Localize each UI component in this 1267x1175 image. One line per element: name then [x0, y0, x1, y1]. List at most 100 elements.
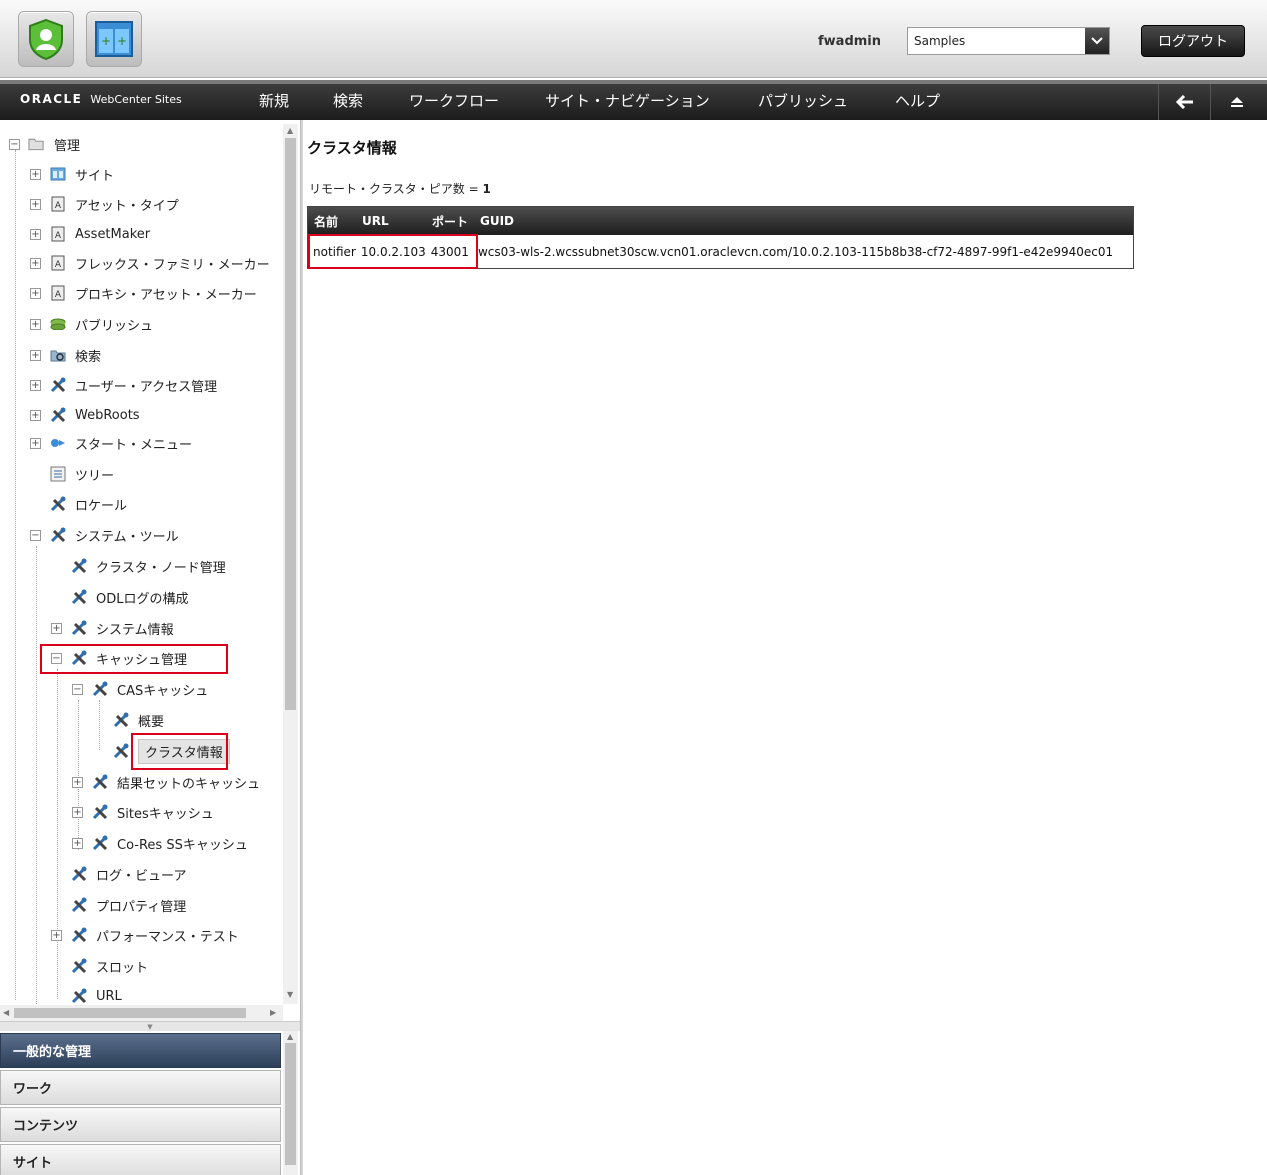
tree-label: システム情報 — [96, 622, 174, 638]
highlight-cluster-info — [131, 733, 228, 770]
tree-item-tree[interactable]: ツリー — [30, 462, 114, 486]
scroll-thumb[interactable] — [285, 138, 296, 710]
expand-icon[interactable]: + — [30, 379, 41, 391]
column-header-url: URL — [362, 214, 389, 228]
tree-item-publish[interactable]: + パブリッシュ — [30, 312, 153, 336]
tools-icon — [91, 681, 108, 698]
expand-icon[interactable]: + — [30, 257, 41, 269]
table-header: 名前 URL ポート GUID — [308, 207, 1133, 235]
highlight-row-name-url-port — [308, 234, 478, 269]
scroll-left-icon[interactable]: ◀ — [3, 1008, 9, 1017]
collapse-icon[interactable]: − — [30, 529, 41, 541]
tree-item-sites-cache[interactable]: + Sitesキャッシュ — [72, 800, 214, 824]
splitter-grip-icon: ▼ — [147, 1022, 153, 1031]
tree-item-system-info[interactable]: + システム情報 — [51, 616, 174, 640]
expand-icon[interactable]: + — [72, 837, 83, 849]
tree-item-start-menu[interactable]: + スタート・メニュー — [30, 431, 192, 455]
tree-item-user-access[interactable]: + ユーザー・アクセス管理 — [30, 373, 217, 397]
tree-item-flex-family[interactable]: + A フレックス・ファミリ・メーカー — [30, 251, 270, 275]
chevron-down-icon[interactable] — [1085, 28, 1109, 54]
cell-guid: wcs03-wls-2.wcssubnet30scw.vcn01.oraclev… — [477, 244, 1114, 259]
site-selector[interactable]: Samples — [907, 27, 1110, 55]
tree-item-locale[interactable]: ロケール — [30, 492, 127, 516]
expand-icon[interactable]: + — [30, 228, 41, 240]
tree-item-cores-cache[interactable]: + Co-Res SSキャッシュ — [72, 831, 248, 855]
tree-label: ツリー — [75, 468, 115, 484]
tree-item-assetmaker[interactable]: + A AssetMaker — [30, 222, 150, 246]
tree-label: Co-Res SSキャッシュ — [117, 837, 248, 853]
tree-item-slot[interactable]: スロット — [51, 954, 148, 978]
expand-icon[interactable]: + — [72, 776, 83, 788]
back-arrow-icon[interactable] — [1158, 84, 1210, 120]
tree-item-site[interactable]: + サイト — [30, 162, 114, 186]
tree-item-asset-type[interactable]: + A アセット・タイプ — [30, 192, 179, 216]
admin-app-icon[interactable] — [18, 11, 74, 67]
tree-vertical-scrollbar[interactable]: ▲ ▼ — [283, 124, 298, 1004]
svg-text:+: + — [101, 34, 111, 48]
tree-root[interactable]: − 管理 — [9, 132, 80, 156]
tools-icon — [70, 958, 87, 975]
tree-horizontal-scrollbar[interactable]: ◀ ▶ — [0, 1005, 283, 1021]
tree-label: スタート・メニュー — [75, 437, 193, 453]
tree-label: プロキシ・アセット・メーカー — [75, 287, 257, 303]
expand-icon[interactable]: + — [30, 409, 41, 421]
tree-item-overview[interactable]: 概要 — [93, 708, 164, 732]
tree-item-cluster-node[interactable]: クラスタ・ノード管理 — [51, 554, 226, 578]
scroll-right-icon[interactable]: ▶ — [270, 1008, 276, 1017]
accordion-site[interactable]: サイト — [0, 1144, 281, 1175]
tools-icon — [70, 866, 87, 883]
eject-icon[interactable] — [1210, 84, 1262, 120]
scroll-thumb[interactable] — [285, 1043, 296, 1165]
scroll-up-icon[interactable]: ▲ — [287, 1032, 293, 1041]
expand-icon[interactable]: + — [30, 168, 41, 180]
nav-help[interactable]: ヘルプ — [895, 90, 940, 111]
tree-item-system-tools[interactable]: − システム・ツール — [30, 523, 179, 547]
expand-icon[interactable]: + — [51, 929, 62, 941]
tree-item-odl-log[interactable]: ODLログの構成 — [51, 585, 189, 609]
tree-item-search[interactable]: + 検索 — [30, 343, 101, 367]
expand-icon[interactable]: + — [30, 349, 41, 361]
tools-icon — [49, 377, 66, 394]
tree-item-performance-test[interactable]: + パフォーマンス・テスト — [51, 923, 239, 947]
tree-item-log-viewer[interactable]: ログ・ビューア — [51, 862, 186, 886]
collapse-icon[interactable]: − — [72, 683, 83, 695]
panel-divider[interactable] — [300, 120, 303, 1175]
nav-search[interactable]: 検索 — [333, 90, 363, 111]
tree-label: パフォーマンス・テスト — [96, 929, 239, 945]
nav-new[interactable]: 新規 — [259, 90, 289, 111]
accordion-scrollbar[interactable]: ▲ — [283, 1031, 298, 1175]
scroll-thumb[interactable] — [14, 1008, 246, 1018]
expand-icon[interactable]: + — [30, 198, 41, 210]
column-header-name: 名前 — [314, 214, 339, 229]
accordion-work[interactable]: ワーク — [0, 1070, 281, 1105]
nav-publish[interactable]: パブリッシュ — [758, 90, 848, 111]
tree-item-webroots[interactable]: + WebRoots — [30, 403, 140, 427]
tree-item-resultset-cache[interactable]: + 結果セットのキャッシュ — [72, 770, 260, 794]
collapse-icon[interactable]: − — [9, 138, 20, 150]
scroll-up-icon[interactable]: ▲ — [287, 126, 293, 135]
expand-icon[interactable]: + — [30, 437, 41, 449]
nav-workflow[interactable]: ワークフロー — [409, 90, 499, 111]
tools-icon — [91, 774, 108, 791]
accordion-general-admin[interactable]: 一般的な管理 — [0, 1033, 281, 1068]
tools-icon — [70, 927, 87, 944]
expand-icon[interactable]: + — [30, 287, 41, 299]
start-menu-icon — [49, 435, 66, 452]
tree-item-property-management[interactable]: プロパティ管理 — [51, 893, 186, 917]
highlight-cache-management — [40, 644, 228, 674]
nav-site-navigation[interactable]: サイト・ナビゲーション — [545, 90, 710, 111]
expand-icon[interactable]: + — [30, 318, 41, 330]
tools-icon — [70, 897, 87, 914]
contributor-app-icon[interactable]: + + — [86, 11, 142, 67]
accordion-content[interactable]: コンテンツ — [0, 1107, 281, 1142]
expand-icon[interactable]: + — [51, 622, 62, 634]
tools-icon — [49, 527, 66, 544]
tree-item-cas-cache[interactable]: − CASキャッシュ — [72, 677, 208, 701]
tree-item-proxy-asset[interactable]: + A プロキシ・アセット・メーカー — [30, 281, 257, 305]
tree-label: ユーザー・アクセス管理 — [75, 379, 218, 395]
panel-splitter[interactable]: ▼ — [0, 1021, 300, 1031]
scroll-down-icon[interactable]: ▼ — [287, 990, 293, 999]
expand-icon[interactable]: + — [72, 806, 83, 818]
logout-button[interactable]: ログアウト — [1141, 25, 1245, 57]
page-title: クラスタ情報 — [307, 139, 397, 157]
